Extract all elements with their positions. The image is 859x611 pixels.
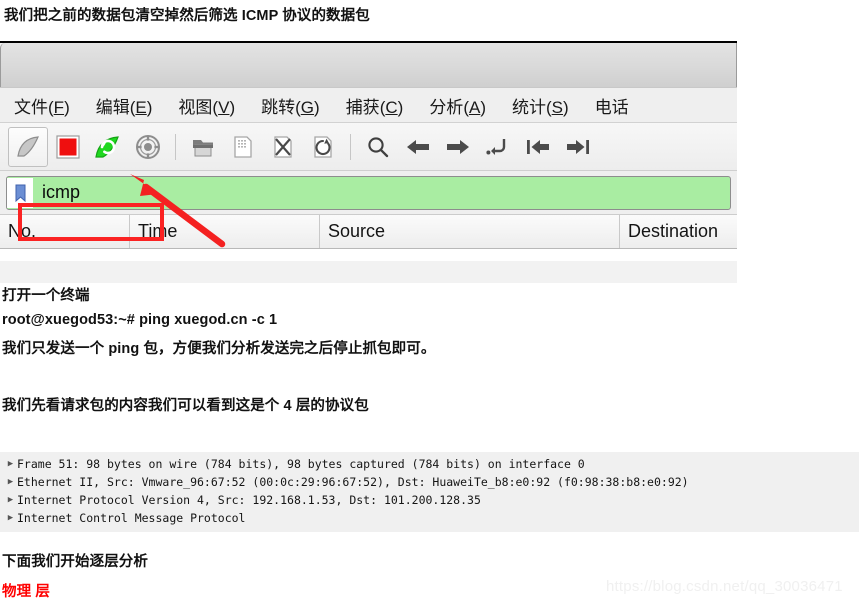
menu-label-view: 视图	[178, 97, 213, 117]
menu-item-statistics[interactable]: 统计(S)	[512, 93, 569, 118]
packet-detail-row-frame[interactable]: ▶ Frame 51: 98 bytes on wire (784 bits),…	[4, 455, 859, 473]
menu-label-edit: 编辑	[95, 97, 130, 117]
find-packet-icon[interactable]	[358, 127, 398, 167]
stop-capture-icon[interactable]	[48, 127, 88, 167]
menu-item-analyze[interactable]: 分析(A)	[429, 93, 486, 118]
reload-file-icon[interactable]	[303, 127, 343, 167]
go-back-icon[interactable]	[398, 127, 438, 167]
menu-item-file[interactable]: 文件(F)	[14, 93, 70, 118]
column-header-time[interactable]: Time	[130, 215, 320, 248]
expand-arrow-icon[interactable]: ▶	[4, 513, 17, 523]
csdn-watermark: https://blog.csdn.net/qq_30036471	[606, 578, 843, 595]
wireshark-window: 文件(F) 编辑(E) 视图(V) 跳转(G) 捕获(C) 分析(A) 统计(S…	[0, 41, 737, 283]
text-layer-analysis: 下面我们开始逐层分析	[2, 554, 148, 570]
menu-item-telephony[interactable]: 电话	[595, 93, 629, 118]
menu-item-edit[interactable]: 编辑(E)	[96, 93, 153, 118]
text-request-packet-note: 我们先看请求包的内容我们可以看到这是个 4 层的协议包	[2, 398, 369, 414]
menu-accel-capture: C	[385, 97, 398, 117]
packet-details-pane: ▶ Frame 51: 98 bytes on wire (784 bits),…	[0, 452, 859, 532]
display-filter-input[interactable]: icmp	[6, 175, 731, 210]
save-file-icon[interactable]	[223, 127, 263, 167]
text-open-terminal: 打开一个终端	[2, 288, 90, 304]
menu-label-file: 文件	[14, 97, 48, 117]
menu-label-capture: 捕获	[345, 97, 380, 117]
expand-arrow-icon[interactable]: ▶	[4, 495, 17, 505]
go-first-packet-icon[interactable]	[518, 127, 558, 167]
menu-label-go: 跳转	[261, 97, 296, 117]
menu-accel-edit: E	[135, 97, 147, 117]
column-header-destination[interactable]: Destination	[620, 215, 737, 248]
go-last-packet-icon[interactable]	[558, 127, 598, 167]
capture-options-icon[interactable]	[128, 127, 168, 167]
packet-detail-row-ethernet[interactable]: ▶ Ethernet II, Src: Vmware_96:67:52 (00:…	[4, 473, 859, 491]
menu-item-go[interactable]: 跳转(G)	[261, 93, 320, 118]
filter-bookmark-icon[interactable]	[7, 177, 33, 208]
close-file-icon[interactable]	[263, 127, 303, 167]
menu-accel-go: G	[300, 97, 315, 117]
text-ping-command: root@xuegod53:~# ping xuegod.cn -c 1	[2, 312, 278, 328]
window-titlebar	[0, 43, 737, 87]
column-header-source[interactable]: Source	[320, 215, 620, 248]
display-filter-bar: icmp	[0, 171, 737, 215]
open-file-icon[interactable]	[183, 127, 223, 167]
packet-list-body[interactable]	[0, 249, 737, 261]
expand-arrow-icon[interactable]: ▶	[4, 459, 17, 469]
menu-accel-statistics: S	[551, 97, 564, 117]
toolbar-separator-1	[175, 133, 176, 160]
menu-accel-analyze: A	[468, 97, 481, 117]
text-ping-explanation: 我们只发送一个 ping 包，方便我们分析发送完之后停止抓包即可。	[2, 341, 436, 357]
packet-detail-text: Internet Protocol Version 4, Src: 192.16…	[17, 493, 481, 507]
main-toolbar	[0, 123, 737, 171]
packet-list-header: No. Time Source Destination	[0, 215, 737, 249]
menu-accel-view: V	[218, 97, 230, 117]
menu-item-capture[interactable]: 捕获(C)	[346, 93, 404, 118]
menu-item-view[interactable]: 视图(V)	[178, 93, 235, 118]
packet-detail-text: Internet Control Message Protocol	[17, 511, 246, 525]
packet-detail-row-ip[interactable]: ▶ Internet Protocol Version 4, Src: 192.…	[4, 491, 859, 509]
menu-bar: 文件(F) 编辑(E) 视图(V) 跳转(G) 捕获(C) 分析(A) 统计(S…	[0, 87, 737, 123]
expand-arrow-icon[interactable]: ▶	[4, 477, 17, 487]
go-forward-icon[interactable]	[438, 127, 478, 167]
page-title: 我们把之前的数据包清空掉然后筛选 ICMP 协议的数据包	[4, 8, 370, 24]
toolbar-separator-2	[350, 133, 351, 160]
menu-accel-file: F	[53, 97, 65, 117]
display-filter-value[interactable]: icmp	[33, 182, 730, 203]
menu-label-telephony: 电话	[594, 97, 629, 117]
packet-detail-text: Frame 51: 98 bytes on wire (784 bits), 9…	[17, 457, 585, 471]
packet-detail-row-icmp[interactable]: ▶ Internet Control Message Protocol	[4, 509, 859, 527]
restart-capture-icon[interactable]	[88, 127, 128, 167]
column-header-no[interactable]: No.	[0, 215, 130, 248]
go-to-packet-icon[interactable]	[478, 127, 518, 167]
menu-label-statistics: 统计	[512, 97, 546, 117]
packet-detail-text: Ethernet II, Src: Vmware_96:67:52 (00:0c…	[17, 475, 689, 489]
text-physical-layer: 物理 层	[2, 584, 50, 600]
menu-label-analyze: 分析	[429, 97, 464, 117]
start-capture-icon[interactable]	[8, 126, 48, 167]
